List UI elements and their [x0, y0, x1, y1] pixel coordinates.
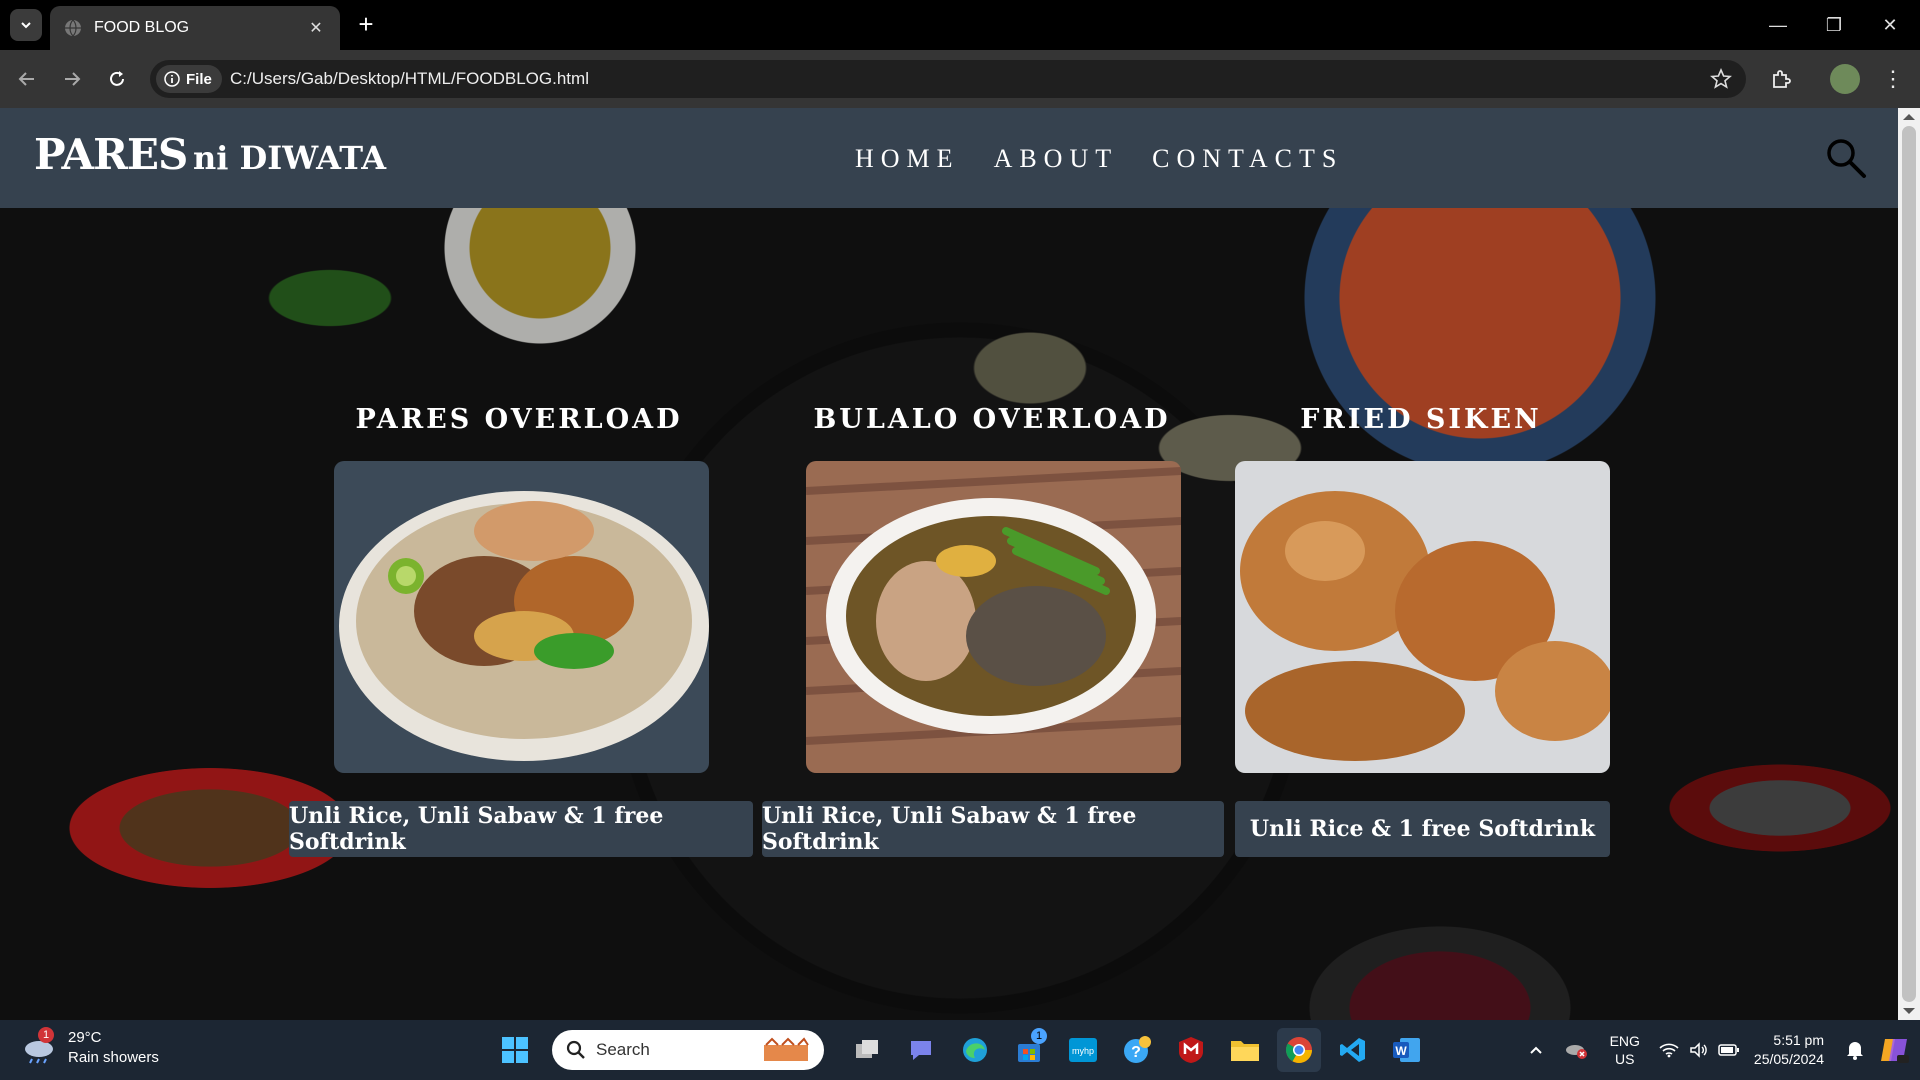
- extensions-button[interactable]: [1766, 64, 1796, 94]
- teams-chat-icon[interactable]: [899, 1028, 943, 1072]
- offer-button-bulalo[interactable]: Unli Rice, Unli Sabaw & 1 free Softdrink: [762, 801, 1224, 857]
- clock[interactable]: 5:51 pm 25/05/2024: [1754, 1031, 1824, 1069]
- reload-icon: [110, 71, 124, 86]
- scroll-up-arrow-icon[interactable]: [1903, 114, 1915, 120]
- offer-button-fried-siken[interactable]: Unli Rice & 1 free Softdrink: [1235, 801, 1610, 857]
- taskbar-search-placeholder: Search: [596, 1040, 650, 1059]
- new-tab-button[interactable]: +: [352, 10, 380, 38]
- bookmark-star-icon[interactable]: [1710, 68, 1732, 90]
- task-view-icon[interactable]: [845, 1028, 889, 1072]
- card-title-bulalo: BULALO OVERLOAD: [813, 404, 1171, 435]
- bulalo-bowl-image[interactable]: [806, 461, 1181, 773]
- battery-icon[interactable]: [1716, 1028, 1742, 1072]
- card-title-pares: PARES OVERLOAD: [355, 404, 683, 435]
- weather-temp: 29°C: [68, 1029, 102, 1046]
- taskbar-search[interactable]: Search: [552, 1030, 824, 1070]
- scrollbar-thumb[interactable]: [1902, 126, 1916, 1002]
- svg-text:W: W: [1395, 1044, 1407, 1058]
- clock-time: 5:51 pm: [1773, 1032, 1824, 1048]
- info-icon: [164, 71, 180, 87]
- close-tab-icon[interactable]: ✕: [306, 18, 326, 38]
- back-button[interactable]: [12, 64, 42, 94]
- restore-button[interactable]: ❐: [1814, 10, 1854, 40]
- minimize-button[interactable]: —: [1758, 10, 1798, 40]
- svg-text:?: ?: [1131, 1044, 1141, 1061]
- lang-region: US: [1615, 1051, 1635, 1067]
- browser-toolbar: File C:/Users/Gab/Desktop/HTML/FOODBLOG.…: [0, 50, 1920, 108]
- scroll-down-arrow-icon[interactable]: [1903, 1008, 1915, 1014]
- weather-desc: Rain showers: [68, 1049, 159, 1066]
- onedrive-error-icon[interactable]: [1561, 1028, 1591, 1072]
- wifi-icon[interactable]: [1656, 1028, 1682, 1072]
- page-background: PARES ni DIWATA HOME ABOUT CONTACTS PARE…: [0, 108, 1898, 1020]
- clock-date: 25/05/2024: [1753, 1051, 1824, 1067]
- tab-search-button[interactable]: [10, 9, 42, 41]
- arrow-left-icon: [18, 72, 34, 86]
- search-icon: [566, 1040, 585, 1059]
- url-text[interactable]: C:/Users/Gab/Desktop/HTML/FOODBLOG.html: [230, 69, 589, 89]
- browser-tab-bar: FOOD BLOG ✕ + — ❐ ✕: [0, 0, 1920, 50]
- forward-button[interactable]: [57, 64, 87, 94]
- menu-kebab-icon[interactable]: ⋮: [1878, 64, 1908, 94]
- taskbar-apps: Search 1 myhp ? W: [488, 1028, 1434, 1072]
- system-tray: ENG US 5:51 pm 25/05/2024: [1516, 1020, 1920, 1080]
- fried-chicken-image[interactable]: [1235, 461, 1610, 773]
- lang-primary: ENG: [1609, 1033, 1640, 1049]
- browser-tab[interactable]: FOOD BLOG ✕: [50, 6, 340, 50]
- arrow-right-icon: [65, 72, 81, 86]
- site-info-chip[interactable]: File: [156, 65, 222, 93]
- offer-button-pares[interactable]: Unli Rice, Unli Sabaw & 1 free Softdrink: [289, 801, 753, 857]
- language-indicator[interactable]: ENG US: [1610, 1032, 1640, 1068]
- file-explorer-icon[interactable]: [1223, 1028, 1267, 1072]
- help-app-icon[interactable]: ?: [1115, 1028, 1159, 1072]
- notification-bell-icon[interactable]: [1842, 1028, 1868, 1072]
- svg-text:myhp: myhp: [1072, 1046, 1094, 1056]
- chevron-down-icon: [21, 22, 31, 29]
- weather-badge: 1: [38, 1027, 54, 1043]
- edge-browser-icon[interactable]: [953, 1028, 997, 1072]
- search-highlight-icon: [764, 1037, 809, 1061]
- mcafee-icon[interactable]: [1169, 1028, 1213, 1072]
- address-bar[interactable]: File C:/Users/Gab/Desktop/HTML/FOODBLOG.…: [150, 60, 1746, 98]
- rain-cloud-icon: 1: [22, 1027, 56, 1065]
- page-scrollbar[interactable]: [1898, 108, 1920, 1020]
- windows-start-icon[interactable]: [493, 1028, 537, 1072]
- tab-title: FOOD BLOG: [94, 19, 190, 36]
- myhp-app-icon[interactable]: myhp: [1061, 1028, 1105, 1072]
- card-title-fried-siken: FRIED SIKEN: [1300, 404, 1542, 435]
- copilot-icon[interactable]: [1876, 1028, 1912, 1072]
- volume-icon[interactable]: [1686, 1028, 1712, 1072]
- chrome-icon[interactable]: [1277, 1028, 1321, 1072]
- vscode-icon[interactable]: [1331, 1028, 1375, 1072]
- microsoft-store-icon[interactable]: 1: [1007, 1028, 1051, 1072]
- puzzle-icon: [1773, 70, 1791, 88]
- windows-taskbar: 1 29°C Rain showers Search 1 myhp ? W EN…: [0, 1020, 1920, 1080]
- globe-icon: [65, 19, 81, 37]
- chevron-up-icon[interactable]: [1521, 1028, 1551, 1072]
- chip-label: File: [186, 70, 212, 88]
- menu-cards: PARES OVERLOAD Unli Rice, Unli Sabaw & 1…: [0, 108, 1898, 1020]
- reload-button[interactable]: [102, 64, 132, 94]
- profile-avatar[interactable]: [1830, 64, 1860, 94]
- pares-bowl-image[interactable]: [334, 461, 709, 773]
- word-icon[interactable]: W: [1385, 1028, 1429, 1072]
- close-window-button[interactable]: ✕: [1870, 10, 1910, 40]
- store-badge: 1: [1031, 1028, 1047, 1044]
- weather-widget[interactable]: 1 29°C Rain showers: [22, 1027, 159, 1068]
